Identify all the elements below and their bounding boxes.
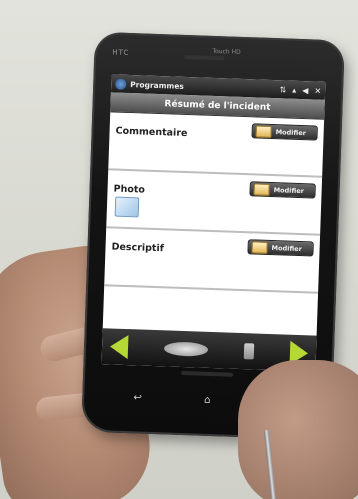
right-hand [238, 360, 358, 499]
volume-icon: ◀ [302, 85, 309, 95]
photo-thumbnail-icon[interactable] [114, 196, 140, 218]
section-photo: Photo Modifier [106, 170, 323, 236]
device-model: Touch HD [212, 47, 241, 56]
folder-edit-icon [255, 124, 272, 138]
section-descriptif: Descriptif Modifier [104, 228, 321, 294]
signal-icon: ▴ [292, 85, 297, 95]
hardware-divider [181, 370, 234, 377]
section-commentaire: Commentaire Modifier [108, 112, 325, 178]
section-label: Commentaire [115, 125, 188, 140]
earpiece [184, 54, 225, 61]
status-app-title: Programmes [130, 79, 185, 91]
section-label: Descriptif [111, 241, 165, 255]
button-label: Modifier [275, 127, 307, 137]
arrow-left-icon[interactable] [109, 334, 129, 360]
section-label: Photo [113, 183, 146, 196]
edit-description-button[interactable]: Modifier [247, 239, 314, 257]
photo-scene: HTC Touch HD Programmes ⇅ ▴ ◀ ✕ Résumé d… [0, 0, 358, 499]
network-icon: ⇅ [279, 84, 287, 94]
menu-icon[interactable] [243, 343, 255, 360]
home-pill-icon[interactable] [163, 341, 209, 357]
start-icon[interactable] [115, 77, 127, 90]
folder-edit-icon [253, 182, 270, 196]
folder-edit-icon [251, 240, 268, 254]
home-key-icon[interactable]: ⌂ [204, 394, 211, 405]
edit-comment-button[interactable]: Modifier [251, 123, 318, 141]
phone-screen: Programmes ⇅ ▴ ◀ ✕ Résumé de l'incident … [101, 74, 326, 372]
back-key-icon[interactable]: ↩ [133, 392, 142, 403]
device-brand: HTC [112, 48, 130, 57]
edit-photo-button[interactable]: Modifier [249, 181, 316, 199]
close-icon[interactable]: ✕ [314, 86, 321, 95]
button-label: Modifier [273, 185, 305, 195]
button-label: Modifier [271, 243, 303, 253]
